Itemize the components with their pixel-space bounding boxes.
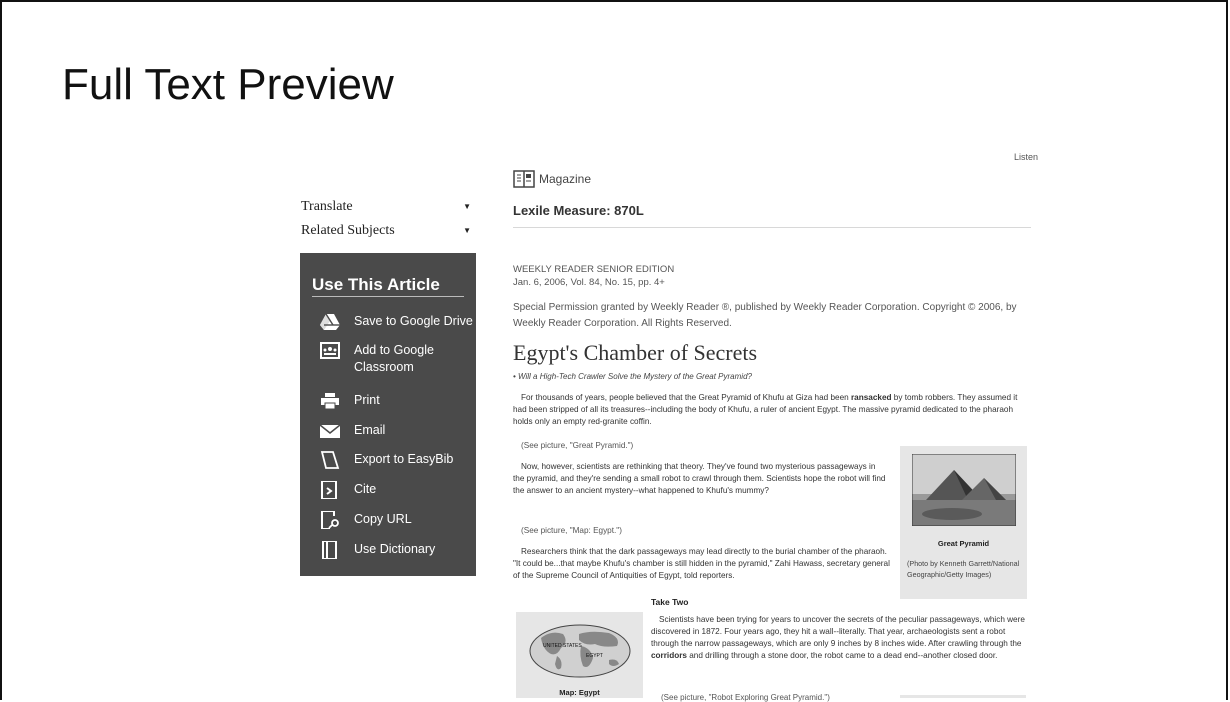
email-button[interactable]: Email	[300, 422, 476, 440]
article-paragraph: Now, however, scientists are rethinking …	[513, 462, 886, 495]
print-button[interactable]: Print	[300, 392, 476, 410]
copy-url-label: Copy URL	[354, 512, 412, 526]
figure-great-pyramid: Great Pyramid (Photo by Kenneth Garrett/…	[900, 446, 1027, 599]
add-to-google-classroom-button[interactable]: Add to Google Classroom	[300, 342, 476, 376]
dictionary-icon	[322, 541, 337, 559]
print-icon	[321, 393, 339, 410]
figure-credit: (Photo by Kenneth Garrett/National Geogr…	[907, 559, 1020, 579]
translate-label: Translate	[301, 199, 353, 214]
copy-url-icon	[321, 511, 339, 529]
figure-caption: Map: Egypt	[559, 688, 600, 697]
picture-reference: (See picture, "Map: Egypt.")	[521, 526, 622, 535]
map-label-us: UNITED STATES	[543, 643, 582, 649]
page-title: Full Text Preview	[62, 60, 394, 109]
source-publication: WEEKLY READER SENIOR EDITION	[513, 264, 675, 275]
email-icon	[319, 424, 341, 438]
content-type-label: Magazine	[539, 172, 592, 186]
pyramid-photo[interactable]	[912, 454, 1016, 526]
vocabulary-word[interactable]: ransacked	[851, 393, 892, 402]
add-to-google-classroom-label: Add to Google Classroom	[354, 343, 434, 374]
copyright-notice: Special Permission granted by Weekly Rea…	[513, 302, 1017, 329]
related-subjects-label: Related Subjects	[301, 223, 395, 238]
chevron-down-icon: ▼	[463, 226, 471, 235]
article-subhead: • Will a High-Tech Crawler Solve the Mys…	[513, 372, 752, 381]
use-dictionary-button[interactable]: Use Dictionary	[300, 541, 476, 559]
world-map[interactable]: UNITED STATES EGYPT	[529, 624, 631, 679]
use-this-article-panel: Use This Article Save to Google Drive Ad…	[300, 253, 476, 576]
cite-icon	[321, 481, 337, 499]
save-to-google-drive-button[interactable]: Save to Google Drive	[300, 313, 476, 331]
export-to-easybib-label: Export to EasyBib	[354, 452, 454, 466]
export-to-easybib-button[interactable]: Export to EasyBib	[300, 451, 476, 469]
save-to-google-drive-label: Save to Google Drive	[354, 314, 473, 328]
copy-url-button[interactable]: Copy URL	[300, 511, 476, 529]
article-paragraph: Scientists have been trying for years to…	[651, 615, 1025, 660]
email-label: Email	[354, 423, 386, 437]
panel-title: Use This Article	[312, 275, 440, 294]
chevron-down-icon: ▼	[463, 202, 471, 211]
easybib-icon	[320, 451, 340, 469]
listen-button[interactable]: Listen	[1014, 152, 1038, 162]
section-heading: Take Two	[651, 597, 689, 607]
picture-reference: (See picture, "Great Pyramid.")	[521, 441, 634, 450]
map-label-egypt: EGYPT	[586, 653, 603, 659]
content-type: Magazine	[513, 170, 591, 188]
related-subjects-dropdown[interactable]: Related Subjects ▼	[301, 223, 471, 239]
divider	[513, 227, 1031, 228]
magazine-icon	[513, 170, 535, 188]
article-paragraph: Researchers think that the dark passagew…	[513, 547, 890, 580]
article-headline: Egypt's Chamber of Secrets	[513, 340, 758, 365]
google-classroom-icon	[320, 342, 340, 359]
vocabulary-word[interactable]: corridors	[651, 651, 687, 660]
panel-divider	[312, 296, 464, 297]
cite-label: Cite	[354, 482, 377, 496]
google-drive-icon	[320, 313, 340, 330]
figure-map-egypt: UNITED STATES EGYPT Map: Egypt	[516, 612, 643, 698]
lexile-measure: Lexile Measure: 870L	[513, 203, 644, 218]
article-paragraph: For thousands of years, people believed …	[513, 393, 1018, 426]
figure-caption: Great Pyramid	[937, 539, 990, 548]
issue-info: Jan. 6, 2006, Vol. 84, No. 15, pp. 4+	[513, 277, 665, 288]
print-label: Print	[354, 393, 380, 407]
translate-dropdown[interactable]: Translate ▼	[301, 199, 471, 215]
use-dictionary-label: Use Dictionary	[354, 542, 436, 556]
cite-button[interactable]: Cite	[300, 481, 476, 499]
